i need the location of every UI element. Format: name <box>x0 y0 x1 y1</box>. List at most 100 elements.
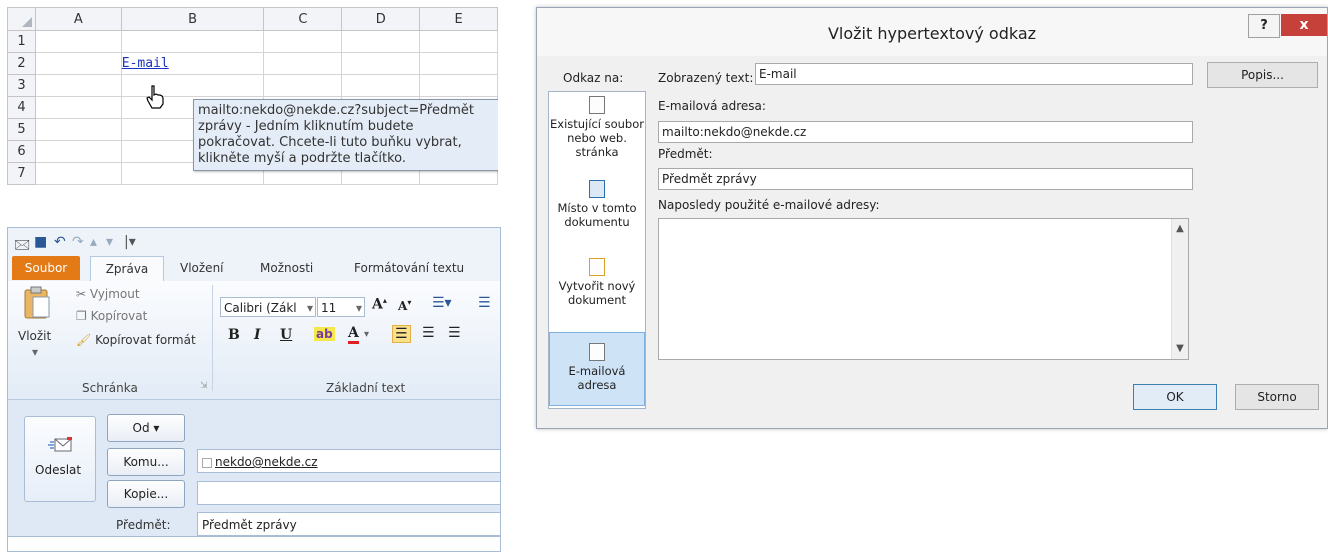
bold-button[interactable]: B <box>228 327 240 343</box>
row-header-7[interactable]: 7 <box>7 162 36 185</box>
cell[interactable] <box>120 74 265 97</box>
font-size-combo[interactable]: 11 ▾ <box>317 297 365 317</box>
subject-label: Předmět: <box>658 147 713 161</box>
basic-text-group-label: Základní text <box>326 381 406 395</box>
scrollbar[interactable]: ▲ ▼ <box>1171 219 1188 359</box>
cancel-button[interactable]: Storno <box>1235 384 1319 410</box>
cell[interactable] <box>341 52 421 75</box>
column-header-e[interactable]: E <box>419 7 498 31</box>
checkbox-icon <box>202 457 212 468</box>
bullets-icon[interactable]: ☰▾ <box>432 295 452 311</box>
column-header-b[interactable]: B <box>120 7 265 31</box>
to-field[interactable]: nekdo@nekde.cz <box>197 449 500 473</box>
link-new-document[interactable]: Vytvořit nový dokument <box>549 258 645 328</box>
align-left-icon[interactable]: ☰ <box>392 325 411 343</box>
cell[interactable] <box>34 96 122 119</box>
numbering-icon[interactable]: ☰ <box>478 295 491 311</box>
app-icon[interactable]: 🖂 <box>14 234 30 258</box>
email-address-label: E-mailová adresa: <box>658 99 766 113</box>
redo-icon[interactable]: ↷ <box>72 234 84 250</box>
to-button[interactable]: Komu... <box>107 448 185 476</box>
recent-addresses-list[interactable]: ▲ ▼ <box>658 218 1189 360</box>
italic-button[interactable]: I <box>254 327 261 343</box>
tab-format-text[interactable]: Formátování textu <box>354 256 464 280</box>
cell[interactable] <box>419 74 498 97</box>
font-name-combo[interactable]: Calibri (Zákl ▾ <box>220 297 316 317</box>
scroll-down-icon[interactable]: ▼ <box>1172 341 1188 357</box>
compose-area: Odeslat Od ▾ Komu... nekdo@nekde.cz Kopi… <box>8 400 500 551</box>
row-header-1[interactable]: 1 <box>7 30 36 53</box>
select-all-corner[interactable] <box>7 7 36 31</box>
recent-addresses-label: Naposledy použité e-mailové adresy: <box>658 198 880 212</box>
cc-field[interactable] <box>197 481 500 505</box>
row-header-5[interactable]: 5 <box>7 118 36 141</box>
undo-icon[interactable]: ↶ <box>54 234 66 250</box>
cell[interactable] <box>34 140 122 163</box>
subject-input[interactable]: Předmět zprávy <box>658 168 1193 190</box>
tab-options[interactable]: Možnosti <box>260 256 313 280</box>
tab-file[interactable]: Soubor <box>12 256 80 280</box>
close-button[interactable]: x <box>1281 14 1327 36</box>
column-header-a[interactable]: A <box>34 7 122 31</box>
font-color-icon[interactable]: A <box>348 325 359 344</box>
underline-button[interactable]: U <box>280 327 292 343</box>
cell[interactable] <box>34 52 122 75</box>
customize-toolbar-icon[interactable]: |▾ <box>124 234 136 250</box>
paste-icon[interactable] <box>22 285 52 321</box>
align-center-icon[interactable]: ☰ <box>422 325 435 341</box>
cell[interactable] <box>120 30 265 53</box>
hyperlink-cell[interactable]: E-mail <box>120 52 265 75</box>
copy-button[interactable]: ❐ Kopírovat <box>76 309 147 323</box>
cell[interactable] <box>263 30 343 53</box>
cell[interactable] <box>419 30 498 53</box>
cell[interactable] <box>341 30 421 53</box>
up-arrow-icon[interactable]: ▴ <box>90 234 97 250</box>
cell[interactable] <box>263 74 343 97</box>
link-place-in-document[interactable]: Místo v tomto dokumentu <box>549 180 645 250</box>
row-header-3[interactable]: 3 <box>7 74 36 97</box>
save-icon[interactable]: ■ <box>34 234 47 250</box>
highlight-icon[interactable]: ab <box>314 327 335 341</box>
down-arrow-icon[interactable]: ▾ <box>106 234 113 250</box>
message-body[interactable] <box>8 536 500 551</box>
scroll-up-icon[interactable]: ▲ <box>1172 221 1188 237</box>
link-email-address[interactable]: E-mailová adresa <box>549 332 645 406</box>
paste-dropdown-icon[interactable]: ▾ <box>32 345 38 359</box>
cut-button[interactable]: ✂ Vyjmout <box>76 287 140 301</box>
cell[interactable] <box>34 118 122 141</box>
format-painter-button[interactable]: 🖌 Kopírovat formát <box>76 333 196 347</box>
row-header-2[interactable]: 2 <box>7 52 36 75</box>
help-button[interactable]: ? <box>1248 14 1280 38</box>
cc-button[interactable]: Kopie... <box>107 480 185 508</box>
subject-field[interactable]: Předmět zprávy <box>197 512 500 536</box>
cell[interactable] <box>263 52 343 75</box>
cell[interactable] <box>34 162 122 185</box>
link-existing-file[interactable]: Existující soubor nebo web. stránka <box>549 96 645 176</box>
column-header-d[interactable]: D <box>341 7 421 31</box>
send-button[interactable]: Odeslat <box>24 416 96 502</box>
row-header-6[interactable]: 6 <box>7 140 36 163</box>
cell[interactable] <box>419 52 498 75</box>
from-button[interactable]: Od ▾ <box>107 414 185 442</box>
ribbon: Vložit ▾ ✂ Vyjmout ❐ Kopírovat 🖌 Kopírov… <box>8 281 500 400</box>
cell[interactable] <box>341 74 421 97</box>
email-address-input[interactable]: mailto:nekdo@nekde.cz <box>658 121 1193 143</box>
paste-button[interactable]: Vložit <box>18 329 51 343</box>
display-text-input[interactable]: E-mail <box>755 63 1193 85</box>
row-header-4[interactable]: 4 <box>7 96 36 119</box>
chevron-down-icon: ▾ <box>306 301 313 315</box>
dialog-launcher-icon[interactable]: ⇲ <box>200 381 208 391</box>
cell[interactable] <box>34 30 122 53</box>
shrink-font-icon[interactable]: A▾ <box>398 297 411 313</box>
ok-button[interactable]: OK <box>1133 384 1217 410</box>
chevron-down-icon[interactable]: ▾ <box>364 329 369 340</box>
place-in-document-icon <box>589 180 605 198</box>
align-right-icon[interactable]: ☰ <box>448 325 461 341</box>
tab-insert[interactable]: Vložení <box>180 256 224 280</box>
tab-message[interactable]: Zpráva <box>90 256 164 281</box>
display-text-label: Zobrazený text: <box>658 71 754 85</box>
cell[interactable] <box>34 74 122 97</box>
grow-font-icon[interactable]: A▴ <box>372 295 387 313</box>
screentip-button[interactable]: Popis... <box>1207 62 1318 88</box>
column-header-c[interactable]: C <box>263 7 343 31</box>
